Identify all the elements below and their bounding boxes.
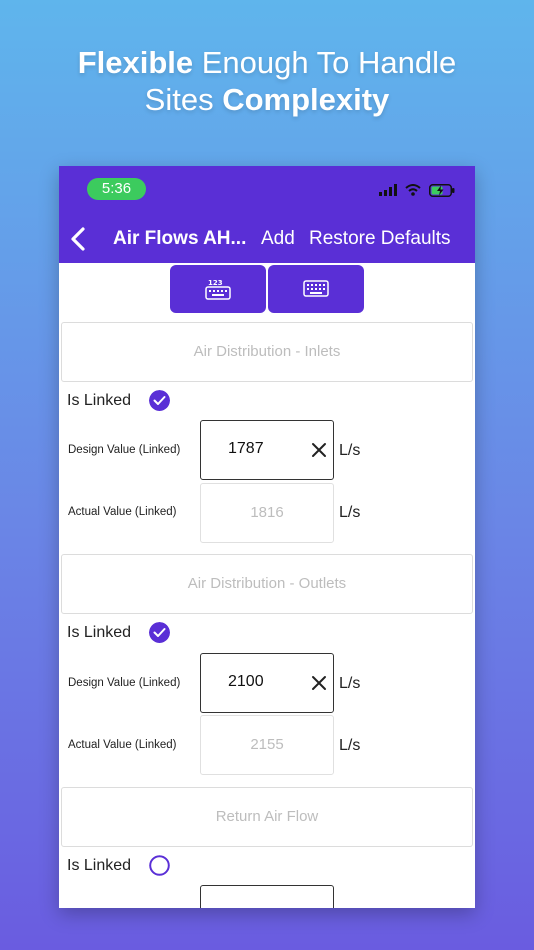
clear-icon[interactable] [311,442,327,458]
phone-screen: 5:36 Air Flows AH... Add Restore Default… [59,166,475,908]
unit-label: L/s [339,442,361,459]
headline-rest-1: Enough To Handle [193,45,457,80]
design-value-input[interactable] [200,885,334,908]
is-linked-label: Is Linked [67,857,132,874]
section-header-outlets: Air Distribution - Outlets [61,554,473,614]
headline-bold-2: Complexity [222,82,390,117]
design-value-text: 1787 [228,440,264,457]
add-button[interactable]: Add [261,228,295,250]
headline-start-2: Sites [144,82,223,117]
is-linked-label: Is Linked [67,392,132,409]
actual-value-field: 2155 [200,715,334,775]
actual-value-label: Actual Value (Linked) [68,739,177,751]
checked-circle-icon[interactable] [149,390,170,411]
wifi-icon [405,184,421,196]
cellular-signal-icon [379,184,397,196]
headline-bold-1: Flexible [77,45,194,80]
checked-circle-icon[interactable] [149,622,170,643]
nav-title: Air Flows AH... [113,228,247,249]
keyboard-icon [303,280,329,297]
unit-label: L/s [339,504,361,521]
keyboard-button[interactable] [268,265,364,313]
unit-label: L/s [339,675,361,692]
design-value-input[interactable]: 2100 [200,653,334,713]
status-icons [379,182,455,198]
top-bar: 5:36 Air Flows AH... Add Restore Default… [59,166,475,263]
back-chevron-icon[interactable] [67,224,89,254]
headline: Flexible Enough To Handle Sites Complexi… [0,44,534,118]
battery-charging-icon [429,183,455,197]
section-header-return-air: Return Air Flow [61,787,473,847]
actual-value-field: 1816 [200,483,334,543]
section-header-inlets: Air Distribution - Inlets [61,322,473,382]
clear-icon[interactable] [311,675,327,691]
is-linked-label: Is Linked [67,624,132,641]
svg-text:123: 123 [208,279,223,287]
headline-line-1: Flexible Enough To Handle [0,44,534,81]
design-value-label: Design Value (Linked) [68,444,181,456]
numeric-keypad-button[interactable]: 123 [170,265,266,313]
design-value-label: Design Value (Linked) [68,677,181,689]
design-value-input[interactable]: 1787 [200,420,334,480]
headline-line-2: Sites Complexity [0,81,534,118]
numeric-keypad-icon: 123 [205,279,231,300]
unit-label: L/s [339,737,361,754]
status-time: 5:36 [87,178,146,200]
design-value-text: 2100 [228,673,264,690]
actual-value-label: Actual Value (Linked) [68,506,177,518]
restore-defaults-button[interactable]: Restore Defaults [309,228,451,250]
unchecked-circle-icon[interactable] [149,855,170,876]
